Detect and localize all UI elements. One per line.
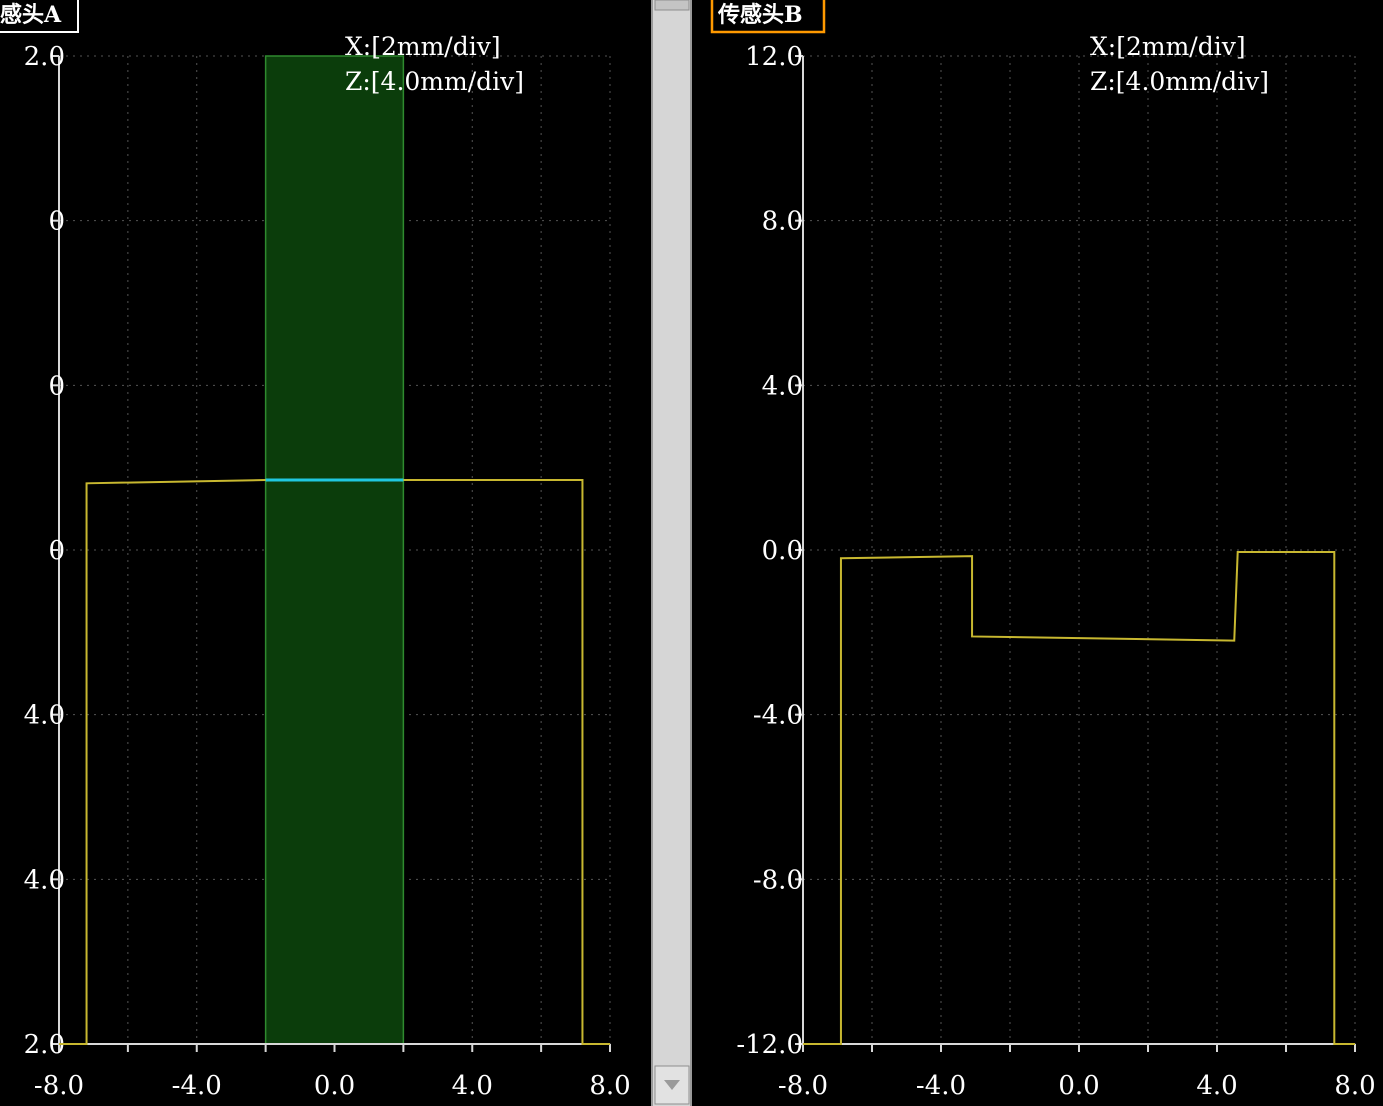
y-tick-label: 0 [48, 371, 65, 401]
x-tick-label: -8.0 [34, 1071, 84, 1101]
scale-z-label: Z:[4.0mm/div] [345, 67, 524, 96]
x-tick-label: -4.0 [172, 1071, 222, 1101]
highlight-band[interactable] [264, 55, 405, 1045]
y-tick-label: 12.0 [745, 42, 803, 72]
y-tick-label: 4.0 [24, 865, 65, 895]
y-tick-label: 4.0 [762, 371, 803, 401]
y-tick-label: 0 [48, 536, 65, 566]
y-tick-label: 0.0 [762, 536, 803, 566]
y-tick-label: 8.0 [762, 207, 803, 237]
sensor-a-title: 感头A [0, 2, 62, 28]
y-tick-label: 4.0 [24, 701, 65, 731]
y-tick-label: 2.0 [24, 1030, 65, 1060]
y-tick-label: -12.0 [736, 1030, 803, 1060]
x-tick-label: 4.0 [452, 1071, 493, 1101]
y-tick-label: -4.0 [753, 701, 803, 731]
x-tick-label: -8.0 [778, 1071, 828, 1101]
scrollbar-thumb[interactable] [654, 0, 690, 11]
x-tick-label: 0.0 [314, 1071, 355, 1101]
x-tick-label: 8.0 [1334, 1071, 1375, 1101]
x-tick-label: 8.0 [589, 1071, 630, 1101]
vertical-scrollbar[interactable] [651, 0, 692, 1106]
profile-viewer: 2.0 0 0 0 4.0 4.0 2.0 -8.0 -4.0 0.0 4.0 8.0 X:[2mm… [0, 0, 1383, 1106]
scale-x-label: X:[2mm/div] [1090, 32, 1246, 61]
scale-z-label: Z:[4.0mm/div] [1090, 67, 1269, 96]
y-tick-label: 0 [48, 207, 65, 237]
sensor-b-title: 传感头B [717, 2, 803, 28]
y-tick-label: -8.0 [753, 865, 803, 895]
scroll-down-button[interactable] [654, 1065, 690, 1105]
y-tick-label: 2.0 [24, 42, 65, 72]
x-tick-label: -4.0 [916, 1071, 966, 1101]
x-tick-label: 4.0 [1196, 1071, 1237, 1101]
scale-x-label: X:[2mm/div] [345, 32, 501, 61]
x-tick-label: 0.0 [1058, 1071, 1099, 1101]
